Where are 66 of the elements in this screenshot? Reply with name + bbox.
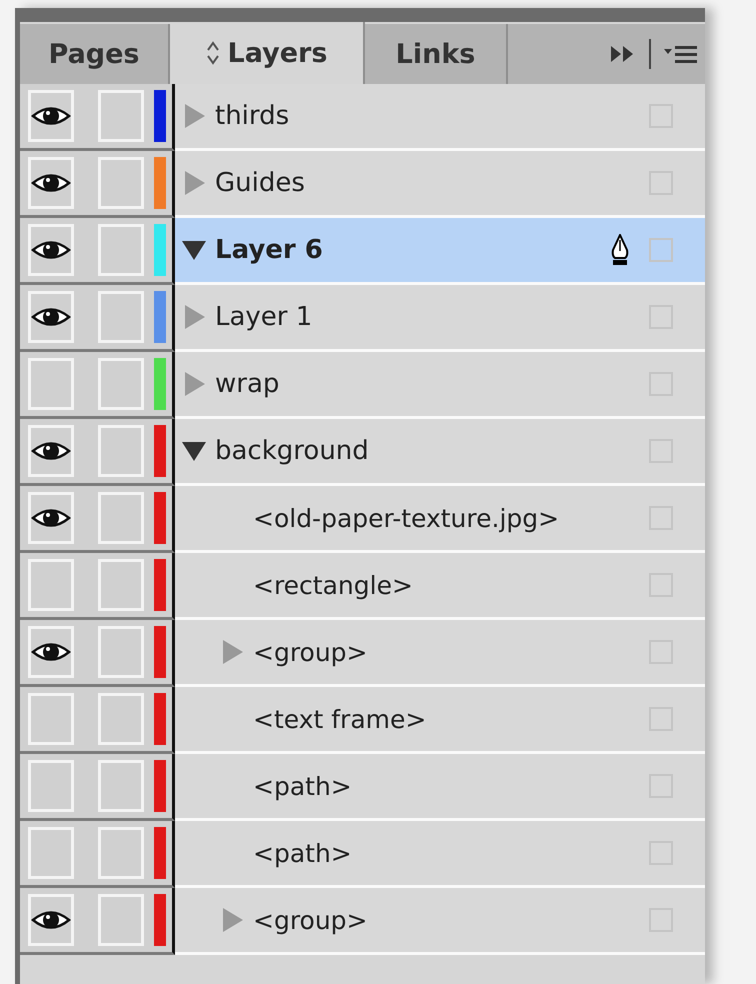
lock-toggle[interactable] bbox=[98, 358, 144, 410]
lock-toggle[interactable] bbox=[98, 626, 144, 678]
visibility-toggle[interactable] bbox=[28, 358, 74, 410]
lock-toggle[interactable] bbox=[98, 894, 144, 946]
visibility-toggle[interactable] bbox=[28, 693, 74, 745]
layer-name: <rectangle> bbox=[253, 570, 413, 600]
layer-name: <path> bbox=[253, 838, 352, 868]
expand-arrow-icon[interactable] bbox=[181, 440, 207, 462]
layer-name: background bbox=[215, 436, 369, 466]
layer-color-swatch bbox=[154, 693, 166, 745]
layer-row[interactable]: Layer 6 bbox=[175, 218, 705, 285]
lock-toggle[interactable] bbox=[98, 425, 144, 477]
layer-row[interactable]: <path> bbox=[175, 821, 705, 888]
tab[interactable]: Layers bbox=[170, 22, 365, 84]
lock-toggle[interactable] bbox=[98, 291, 144, 343]
layer-row[interactable]: wrap bbox=[175, 352, 705, 419]
visibility-toggle[interactable] bbox=[28, 291, 74, 343]
lock-toggle[interactable] bbox=[98, 559, 144, 611]
lock-toggle[interactable] bbox=[98, 492, 144, 544]
visibility-toggle[interactable] bbox=[28, 827, 74, 879]
layer-row[interactable]: Guides bbox=[175, 151, 705, 218]
lock-toggle[interactable] bbox=[98, 90, 144, 142]
visibility-toggle[interactable] bbox=[28, 559, 74, 611]
layer-color-swatch bbox=[154, 894, 166, 946]
layer-name: <text frame> bbox=[253, 704, 426, 734]
visibility-toggle[interactable] bbox=[28, 492, 74, 544]
layer-row[interactable]: thirds bbox=[175, 84, 705, 151]
sort-arrows-icon bbox=[206, 40, 220, 66]
visibility-toggle[interactable] bbox=[28, 425, 74, 477]
layer-name: <path> bbox=[253, 772, 352, 800]
layer-name: <group> bbox=[253, 638, 368, 666]
layer-row[interactable]: <group> bbox=[175, 888, 705, 955]
tab[interactable]: Pages bbox=[20, 24, 170, 84]
layer-row[interactable]: <path> bbox=[175, 754, 705, 821]
layer-color-swatch bbox=[154, 559, 166, 611]
visibility-toggle[interactable] bbox=[28, 626, 74, 678]
layer-color-swatch bbox=[154, 626, 166, 678]
lock-toggle[interactable] bbox=[98, 157, 144, 209]
layer-name: thirds bbox=[215, 101, 290, 131]
layer-name: wrap bbox=[215, 369, 280, 399]
visibility-toggle[interactable] bbox=[28, 224, 74, 276]
visibility-toggle[interactable] bbox=[28, 894, 74, 946]
layer-row[interactable]: <old-paper-texture.jpg> bbox=[175, 486, 705, 553]
tab[interactable]: Links bbox=[365, 24, 508, 84]
layer-row[interactable]: <text frame> bbox=[175, 687, 705, 754]
layer-color-swatch bbox=[154, 492, 166, 544]
lock-toggle[interactable] bbox=[98, 827, 144, 879]
layer-color-swatch bbox=[154, 827, 166, 879]
layer-name: Layer 6 bbox=[215, 235, 323, 265]
selection-square[interactable] bbox=[649, 238, 673, 262]
layer-row[interactable]: <rectangle> bbox=[175, 553, 705, 620]
lock-toggle[interactable] bbox=[98, 693, 144, 745]
visibility-toggle[interactable] bbox=[28, 157, 74, 209]
layer-name: Layer 1 bbox=[215, 302, 312, 332]
layer-color-swatch bbox=[154, 760, 166, 812]
lock-toggle[interactable] bbox=[98, 760, 144, 812]
layer-name: Guides bbox=[215, 168, 305, 198]
layer-row[interactable]: Layer 1 bbox=[175, 285, 705, 352]
visibility-toggle[interactable] bbox=[28, 760, 74, 812]
lock-toggle[interactable] bbox=[98, 224, 144, 276]
visibility-toggle[interactable] bbox=[28, 90, 74, 142]
layer-name: <group> bbox=[253, 906, 368, 934]
layer-row[interactable]: <group> bbox=[175, 620, 705, 687]
layer-name: <old-paper-texture.jpg> bbox=[253, 504, 560, 532]
layer-row[interactable]: background bbox=[175, 419, 705, 486]
expand-arrow-icon[interactable] bbox=[181, 239, 207, 261]
